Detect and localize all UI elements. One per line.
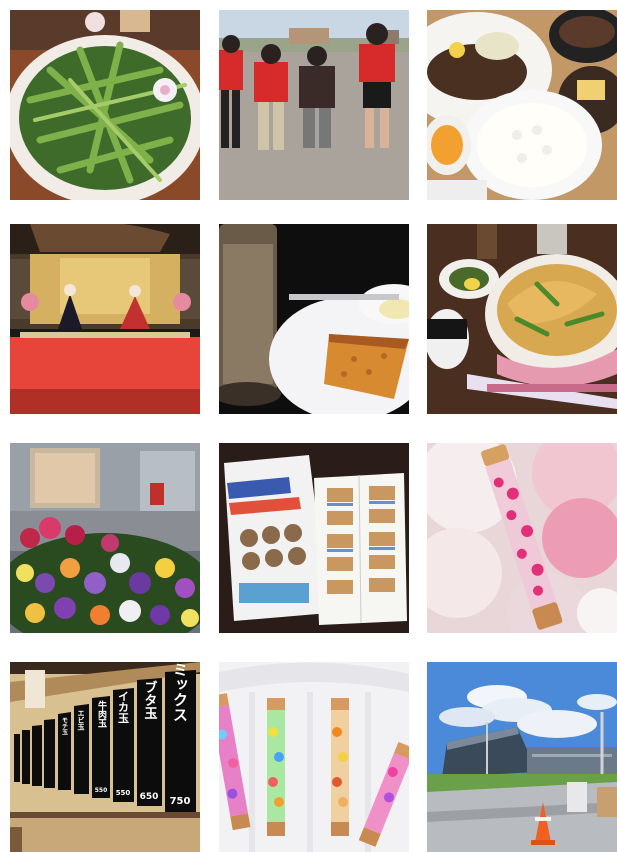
photo-set-meal[interactable] [427,10,617,200]
menu-sign-ika: イカ玉 [117,690,130,724]
menu-price-gyu: 550 [95,787,108,794]
menu-sign-gyu: 牛肉玉 [96,699,107,727]
menu-sign-buta: ブタ玉 [142,680,158,720]
menu-price-buta: 650 [140,792,159,802]
photo-salad-bowl[interactable] [10,10,200,200]
photo-brochure[interactable] [219,443,409,633]
photo-pansy-flowers[interactable] [10,443,200,633]
photo-herbarium-pens[interactable] [219,662,409,852]
photo-hina-dolls[interactable] [10,224,200,414]
photo-cafe-pie[interactable] [219,224,409,414]
photo-grid: ミックス ブタ玉 イカ玉 牛肉玉 エビ玉 モチ玉 750 650 550 550 [0,0,617,852]
photo-okonomiyaki-menu[interactable]: ミックス ブタ玉 イカ玉 牛肉玉 エビ玉 モチ玉 750 650 550 550 [10,662,200,852]
menu-sign-ebi: エビ玉 [77,710,85,732]
menu-sign-mochi: モチ玉 [61,717,68,736]
photo-station-sky[interactable] [427,662,617,852]
photo-kids-field[interactable] [219,10,409,200]
photo-herbarium-pen[interactable] [427,443,617,633]
photo-tempura-udon[interactable] [427,224,617,414]
menu-price-mix: 750 [170,796,191,807]
menu-sign-mix: ミックス [171,662,189,722]
menu-price-ika: 550 [116,789,131,797]
